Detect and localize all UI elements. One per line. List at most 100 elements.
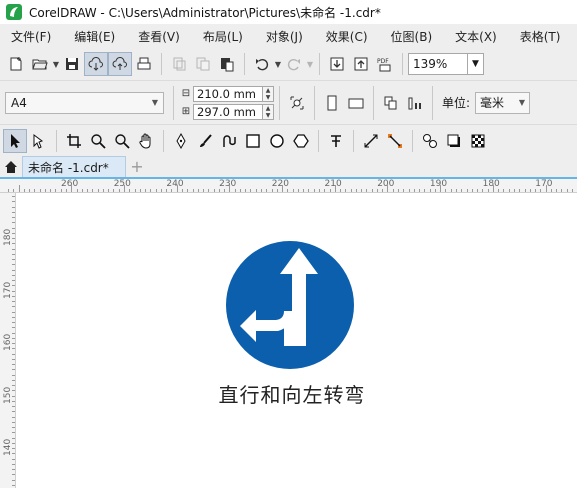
menu-file[interactable]: 文件(F) (0, 28, 63, 45)
menu-effects[interactable]: 效果(C) (315, 28, 380, 45)
new-tab-button[interactable]: + (126, 156, 148, 177)
smart-draw-tool-button[interactable] (217, 129, 241, 153)
unit-select[interactable]: 毫米 ▼ (475, 91, 531, 114)
dimension-tool-button[interactable] (359, 129, 383, 153)
freehand-tool-button[interactable] (169, 129, 193, 153)
open-dropdown-arrow[interactable]: ▼ (52, 60, 60, 69)
polygon-icon (293, 133, 309, 148)
ruler-tick (71, 185, 73, 192)
save-button[interactable] (60, 52, 84, 76)
ruler-tick (419, 189, 421, 192)
text-tool-button[interactable] (324, 129, 348, 153)
menu-layout[interactable]: 布局(L) (192, 28, 255, 45)
crop-tool-button[interactable] (62, 129, 86, 153)
new-document-button[interactable] (4, 52, 28, 76)
pick-tool-button[interactable] (3, 128, 27, 153)
portrait-button[interactable] (320, 91, 344, 115)
ruler-tick (12, 437, 15, 439)
zoom-out-tool-button[interactable] (110, 129, 134, 153)
ruler-tick (12, 458, 15, 460)
ruler-tick (429, 189, 431, 192)
height-spinner[interactable]: ▲ ▼ (263, 103, 274, 120)
vertical-ruler[interactable]: 180 170 160 150 140 (0, 193, 16, 488)
copy-button[interactable] (191, 52, 215, 76)
ruler-tick (403, 189, 405, 192)
ruler-tick (287, 189, 289, 192)
ruler-tick (60, 189, 62, 192)
hand-icon (139, 133, 151, 149)
ruler-tick (239, 189, 241, 192)
cloud-upload-icon (112, 57, 127, 70)
ellipse-tool-button[interactable] (265, 129, 289, 153)
page-width-input[interactable]: 210.0 mm (193, 85, 263, 102)
menu-edit[interactable]: 编辑(E) (63, 28, 127, 45)
ruler-tick (208, 189, 210, 192)
menu-text[interactable]: 文本(X) (444, 28, 509, 45)
undo-button[interactable] (250, 52, 274, 76)
print-icon (137, 57, 151, 70)
shape-tool-button[interactable] (27, 129, 51, 153)
open-button[interactable] (28, 52, 52, 76)
publish-pdf-button[interactable]: PDF (373, 52, 397, 76)
traffic-sign[interactable] (226, 241, 354, 369)
ruler-tick (102, 189, 104, 192)
horizontal-ruler[interactable]: 260 250 240 230 220 210 200 190 180 170 (0, 177, 577, 193)
ruler-tick (12, 421, 15, 423)
ruler-tick (498, 189, 500, 192)
ruler-tick (276, 189, 278, 192)
ruler-tick (12, 374, 15, 376)
landscape-button[interactable] (344, 91, 368, 115)
redo-icon (287, 58, 300, 71)
export-button[interactable] (349, 52, 373, 76)
toolbox (0, 124, 577, 156)
home-tab[interactable] (0, 156, 22, 177)
import-button[interactable] (325, 52, 349, 76)
menu-bar: 文件(F) 编辑(E) 查看(V) 布局(L) 对象(J) 效果(C) 位图(B… (0, 24, 577, 48)
connector-tool-button[interactable] (383, 129, 407, 153)
blend-tool-button[interactable] (418, 129, 442, 153)
menu-object[interactable]: 对象(J) (255, 28, 315, 45)
drawing-canvas[interactable]: 直行和向左转弯 (17, 193, 577, 488)
ruler-tick (355, 189, 357, 192)
polygon-tool-button[interactable] (289, 129, 313, 153)
cloud-download-button[interactable] (84, 52, 108, 76)
ruler-tick (12, 306, 15, 308)
current-page-button[interactable] (403, 91, 427, 115)
tab-document[interactable]: 未命名 -1.cdr* (22, 156, 126, 177)
transparency-tool-button[interactable] (466, 129, 490, 153)
redo-dropdown-arrow[interactable]: ▼ (306, 60, 314, 69)
zoom-level-input[interactable]: 139% (408, 53, 468, 75)
menu-view[interactable]: 查看(V) (127, 28, 192, 45)
ruler-tick (308, 189, 310, 192)
width-spinner[interactable]: ▲ ▼ (263, 85, 274, 102)
page-settings-button[interactable] (285, 91, 309, 115)
page-size-select[interactable]: A4 ▼ (5, 91, 164, 114)
ruler-tick (55, 189, 57, 192)
cut-button[interactable] (167, 52, 191, 76)
page-height-input[interactable]: 297.0 mm (193, 103, 263, 120)
undo-dropdown-arrow[interactable]: ▼ (274, 60, 282, 69)
window-title: CorelDRAW - C:\Users\Administrator\Pictu… (29, 5, 381, 20)
ruler-tick (12, 343, 15, 344)
zoom-dropdown-arrow[interactable]: ▼ (468, 53, 484, 75)
zoom-tool-button[interactable] (86, 129, 110, 153)
drop-shadow-tool-button[interactable] (442, 129, 466, 153)
all-pages-button[interactable] (379, 91, 403, 115)
pointer-icon (11, 133, 20, 148)
rectangle-icon (246, 133, 260, 148)
pan-tool-button[interactable] (134, 129, 158, 153)
artistic-media-tool-button[interactable] (193, 129, 217, 153)
menu-bitmaps[interactable]: 位图(B) (380, 28, 445, 45)
menu-table[interactable]: 表格(T) (509, 28, 573, 45)
print-button[interactable] (132, 52, 156, 76)
ruler-tick (387, 185, 389, 192)
ruler-tick (376, 189, 378, 192)
redo-button[interactable] (282, 52, 306, 76)
standard-toolbar: ▼ ▼ ▼ PDF 139% ▼ (0, 48, 577, 80)
paste-button[interactable] (215, 52, 239, 76)
ruler-tick (12, 416, 15, 418)
ruler-tick (471, 189, 473, 192)
cloud-upload-button[interactable] (108, 52, 132, 76)
rectangle-tool-button[interactable] (241, 129, 265, 153)
ruler-tick (134, 189, 136, 192)
